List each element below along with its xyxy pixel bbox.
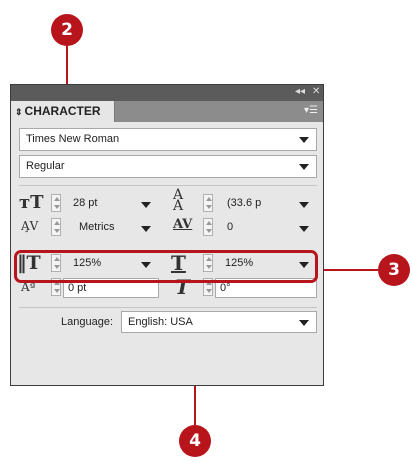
tracking-stepper[interactable] xyxy=(203,218,213,236)
divider xyxy=(19,307,317,308)
tracking-value[interactable]: 0 xyxy=(227,221,233,233)
tab-toggle-icon: ⇕ xyxy=(15,107,23,117)
font-style-dropdown[interactable]: Regular xyxy=(19,155,317,178)
font-style-value: Regular xyxy=(26,160,65,172)
kerning-icon: A̧V xyxy=(21,219,39,233)
language-value: English: USA xyxy=(128,316,193,328)
font-family-dropdown[interactable]: Times New Roman xyxy=(19,128,317,151)
panel-title-bar[interactable]: ◂◂ ✕ xyxy=(11,85,323,101)
skew-value: 0° xyxy=(220,282,231,294)
tab-character[interactable]: ⇕ CHARACTER xyxy=(11,101,115,122)
chevron-down-icon[interactable] xyxy=(299,137,309,143)
chevron-down-icon[interactable] xyxy=(299,202,309,208)
tab-label: CHARACTER xyxy=(24,104,101,118)
scale-highlight xyxy=(14,250,318,283)
font-size-icon: ᴛT xyxy=(19,192,44,213)
divider xyxy=(19,185,317,186)
baseline-shift-value: 0 pt xyxy=(68,282,87,294)
chevron-down-icon[interactable] xyxy=(141,226,151,232)
chevron-down-icon[interactable] xyxy=(299,164,309,170)
callout-3: 3 xyxy=(378,254,410,286)
callout-2: 2 xyxy=(51,14,83,46)
kerning-value[interactable]: Metrics xyxy=(79,221,114,233)
font-size-value[interactable]: 28 pt xyxy=(73,197,97,209)
panel-menu-icon[interactable]: ▾☰ xyxy=(304,105,318,116)
tracking-icon: AV xyxy=(173,217,193,232)
chevron-down-icon[interactable] xyxy=(299,226,309,232)
language-dropdown[interactable]: English: USA xyxy=(121,311,317,333)
collapse-icon[interactable]: ◂◂ xyxy=(295,86,305,97)
leading-icon: AA xyxy=(173,187,184,214)
callout-4: 4 xyxy=(179,425,211,457)
character-panel: ◂◂ ✕ ⇕ CHARACTER ▾☰ Times New Roman Regul… xyxy=(10,84,324,386)
language-label: Language: xyxy=(61,316,113,328)
callout-3-line xyxy=(316,269,378,271)
tab-row: ⇕ CHARACTER ▾☰ xyxy=(11,101,323,122)
chevron-down-icon[interactable] xyxy=(299,320,309,326)
chevron-down-icon[interactable] xyxy=(141,202,151,208)
leading-value[interactable]: (33.6 p xyxy=(227,197,261,209)
font-family-value: Times New Roman xyxy=(26,133,120,145)
leading-stepper[interactable] xyxy=(203,194,213,212)
font-size-stepper[interactable] xyxy=(51,194,61,212)
kerning-stepper[interactable] xyxy=(51,218,61,236)
close-icon[interactable]: ✕ xyxy=(312,86,320,97)
